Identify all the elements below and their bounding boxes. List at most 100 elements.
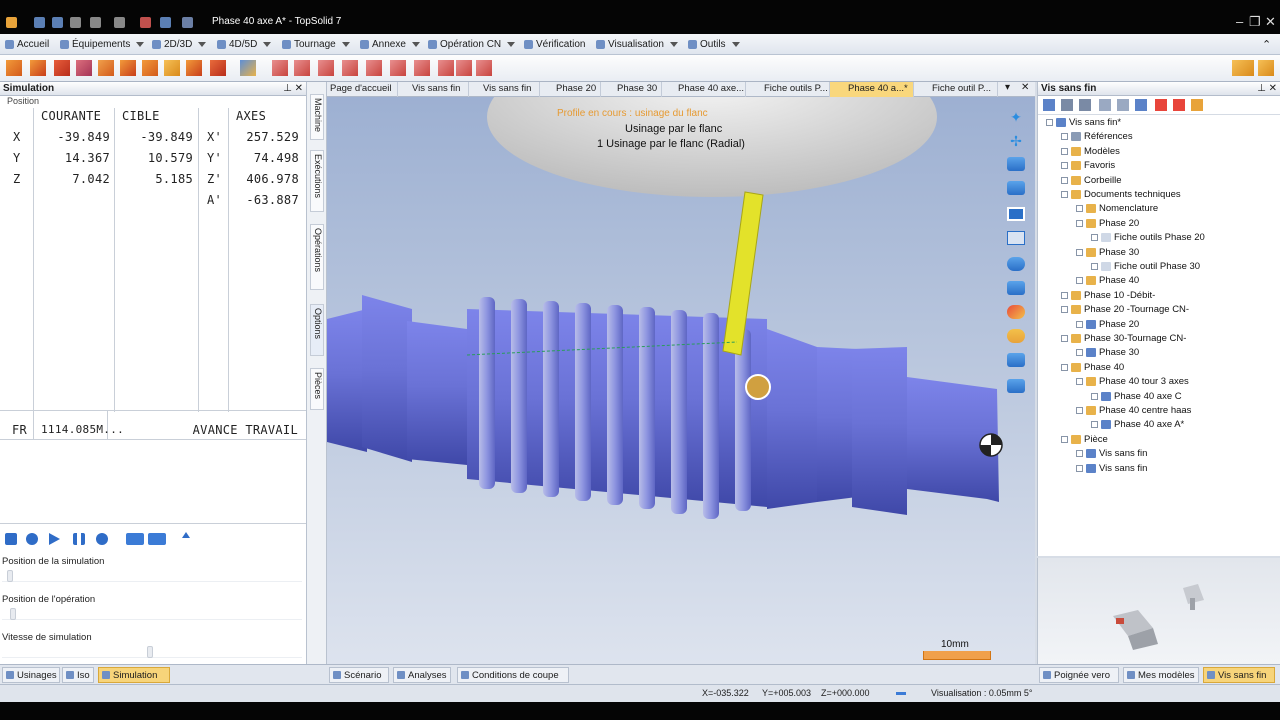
save-icon[interactable] <box>34 17 45 28</box>
tree-refresh-icon[interactable] <box>1043 99 1055 111</box>
bottom-tab-vis-sans-fin[interactable]: Vis sans fin <box>1203 667 1275 683</box>
bottom-tab-simulation[interactable]: Simulation <box>98 667 170 683</box>
bottom-tab-poignee[interactable]: Poignée vero <box>1039 667 1119 683</box>
rewind-icon[interactable] <box>26 533 38 545</box>
expand-toggle-icon[interactable] <box>1091 421 1098 429</box>
tab-2d3d[interactable]: 2D/3D <box>150 37 207 53</box>
tab-outils[interactable]: Outils <box>686 37 740 53</box>
doc-tab-vis-sans-fin[interactable]: Vis sans fin <box>398 82 469 97</box>
rotate-icon[interactable]: ✢ <box>1007 133 1025 149</box>
slot-icon[interactable] <box>294 60 310 76</box>
layout-icon[interactable] <box>160 17 171 28</box>
expand-toggle-icon[interactable] <box>1076 450 1083 458</box>
side-tab-operations[interactable]: Opérations <box>310 224 324 290</box>
tree-node[interactable]: Nomenclature <box>1076 203 1158 214</box>
pan-icon[interactable]: ✦ <box>1007 109 1025 125</box>
tab-accueil[interactable]: Accueil <box>3 37 49 53</box>
help-icon[interactable] <box>182 17 193 28</box>
bottom-tab-iso[interactable]: Iso <box>62 667 94 683</box>
expand-toggle-icon[interactable] <box>1061 147 1068 155</box>
doc-tab-phase-40-axe[interactable]: Phase 40 axe... <box>662 82 746 97</box>
tree-alert-icon[interactable] <box>1173 99 1185 111</box>
expand-toggle-icon[interactable] <box>1061 190 1068 198</box>
rotation-gizmo[interactable] <box>745 374 771 400</box>
flank-icon[interactable] <box>456 60 472 76</box>
end-icon[interactable] <box>148 533 166 545</box>
view-front-icon[interactable] <box>1007 181 1025 195</box>
facing-icon[interactable] <box>30 60 46 76</box>
bottom-tab-conditions[interactable]: Conditions de coupe <box>457 667 569 683</box>
tree-link-icon[interactable] <box>1191 99 1203 111</box>
expand-toggle-icon[interactable] <box>1091 262 1098 270</box>
expand-toggle-icon[interactable] <box>1076 320 1083 328</box>
bottom-tab-mes-modeles[interactable]: Mes modèles <box>1123 667 1199 683</box>
expand-toggle-icon[interactable] <box>1076 406 1083 414</box>
tree-node[interactable]: Phase 40 <box>1076 275 1139 286</box>
tree-layers-icon[interactable] <box>1135 99 1147 111</box>
op-position-slider[interactable] <box>2 608 302 620</box>
tree-node[interactable]: Pièce <box>1061 434 1108 445</box>
3d-viewport[interactable]: Profile en cours : usinage du flanc Usin… <box>327 97 1035 664</box>
tab-list-icon[interactable]: ▾ <box>1005 82 1010 93</box>
tree-flag-icon[interactable] <box>1155 99 1167 111</box>
doc-tab-fiche-outil[interactable]: Fiche outil P... <box>914 82 998 97</box>
play-icon[interactable] <box>49 533 60 545</box>
tree-node[interactable]: Phase 30 <box>1076 347 1139 358</box>
tab-visualisation[interactable]: Visualisation <box>594 37 678 53</box>
expand-toggle-icon[interactable] <box>1061 133 1068 141</box>
tree-filter-icon[interactable] <box>1061 99 1073 111</box>
expand-toggle-icon[interactable] <box>1076 219 1083 227</box>
help-view-icon[interactable] <box>1007 329 1025 343</box>
tree-node[interactable]: Vis sans fin <box>1076 448 1147 459</box>
tree-node[interactable]: Phase 40 axe A* <box>1091 419 1184 430</box>
tree-node[interactable]: Phase 40 tour 3 axes <box>1076 376 1189 387</box>
bottom-tab-scenario[interactable]: Scénario <box>329 667 389 683</box>
step-icon[interactable] <box>96 533 108 545</box>
tree-node[interactable]: Phase 30 <box>1076 247 1139 258</box>
measure-icon[interactable] <box>1007 379 1025 393</box>
tab-equipements[interactable]: Équipements <box>58 37 145 53</box>
tree-node[interactable]: Phase 30-Tournage CN- <box>1061 333 1186 344</box>
tab-4d5d[interactable]: 4D/5D <box>215 37 272 53</box>
zoom-window-icon[interactable] <box>1007 231 1025 245</box>
expand-toggle-icon[interactable] <box>1076 349 1083 357</box>
expand-toggle-icon[interactable] <box>1091 234 1098 242</box>
face-mill-icon[interactable] <box>318 60 334 76</box>
tab-operation-cn[interactable]: Opération CN <box>426 37 516 53</box>
surface-icon[interactable] <box>342 60 358 76</box>
expand-toggle-icon[interactable] <box>1076 464 1083 472</box>
expand-toggle-icon[interactable] <box>1076 248 1083 256</box>
redo-icon[interactable] <box>114 17 125 28</box>
pin-icon[interactable]: ⊥ <box>1257 82 1266 95</box>
print-icon[interactable] <box>70 17 81 28</box>
tab-verification[interactable]: Vérification <box>522 37 585 53</box>
settings-icon[interactable] <box>1258 60 1274 76</box>
minimize-button[interactable]: ‒ <box>1236 14 1243 29</box>
tab-annexe[interactable]: Annexe <box>358 37 420 53</box>
view-iso-icon[interactable] <box>1007 281 1025 295</box>
doc-tab-phase-40-active[interactable]: Phase 40 a...* <box>830 82 914 97</box>
expand-toggle-icon[interactable] <box>1091 392 1098 400</box>
speed-slider[interactable] <box>2 646 302 658</box>
side-tab-machine[interactable]: Machine <box>310 94 324 140</box>
side-tab-pieces[interactable]: Pièces <box>310 368 324 410</box>
tree-node[interactable]: Favoris <box>1061 160 1115 171</box>
drilling-icon[interactable] <box>142 60 158 76</box>
helix-icon[interactable] <box>438 60 454 76</box>
expand-toggle-icon[interactable] <box>1061 306 1068 314</box>
tree-node[interactable]: Vis sans fin <box>1076 463 1147 474</box>
expand-toggle-icon[interactable] <box>1076 277 1083 285</box>
close-doc-icon[interactable]: ✕ <box>1021 82 1029 93</box>
tree-node[interactable]: Phase 20 <box>1076 319 1139 330</box>
expand-toggle-icon[interactable] <box>1076 205 1083 213</box>
parting-icon[interactable] <box>120 60 136 76</box>
roughing-icon[interactable] <box>476 60 492 76</box>
contour-icon[interactable] <box>210 60 226 76</box>
chamfer-icon[interactable] <box>164 60 180 76</box>
tree-node[interactable]: Références <box>1061 131 1133 142</box>
tree-node[interactable]: Fiche outils Phase 20 <box>1091 232 1205 243</box>
doc-tab-phase-30[interactable]: Phase 30 <box>601 82 662 97</box>
machine-icon[interactable] <box>240 60 256 76</box>
tree-node[interactable]: Phase 40 centre haas <box>1076 405 1191 416</box>
expand-toggle-icon[interactable] <box>1061 363 1068 371</box>
